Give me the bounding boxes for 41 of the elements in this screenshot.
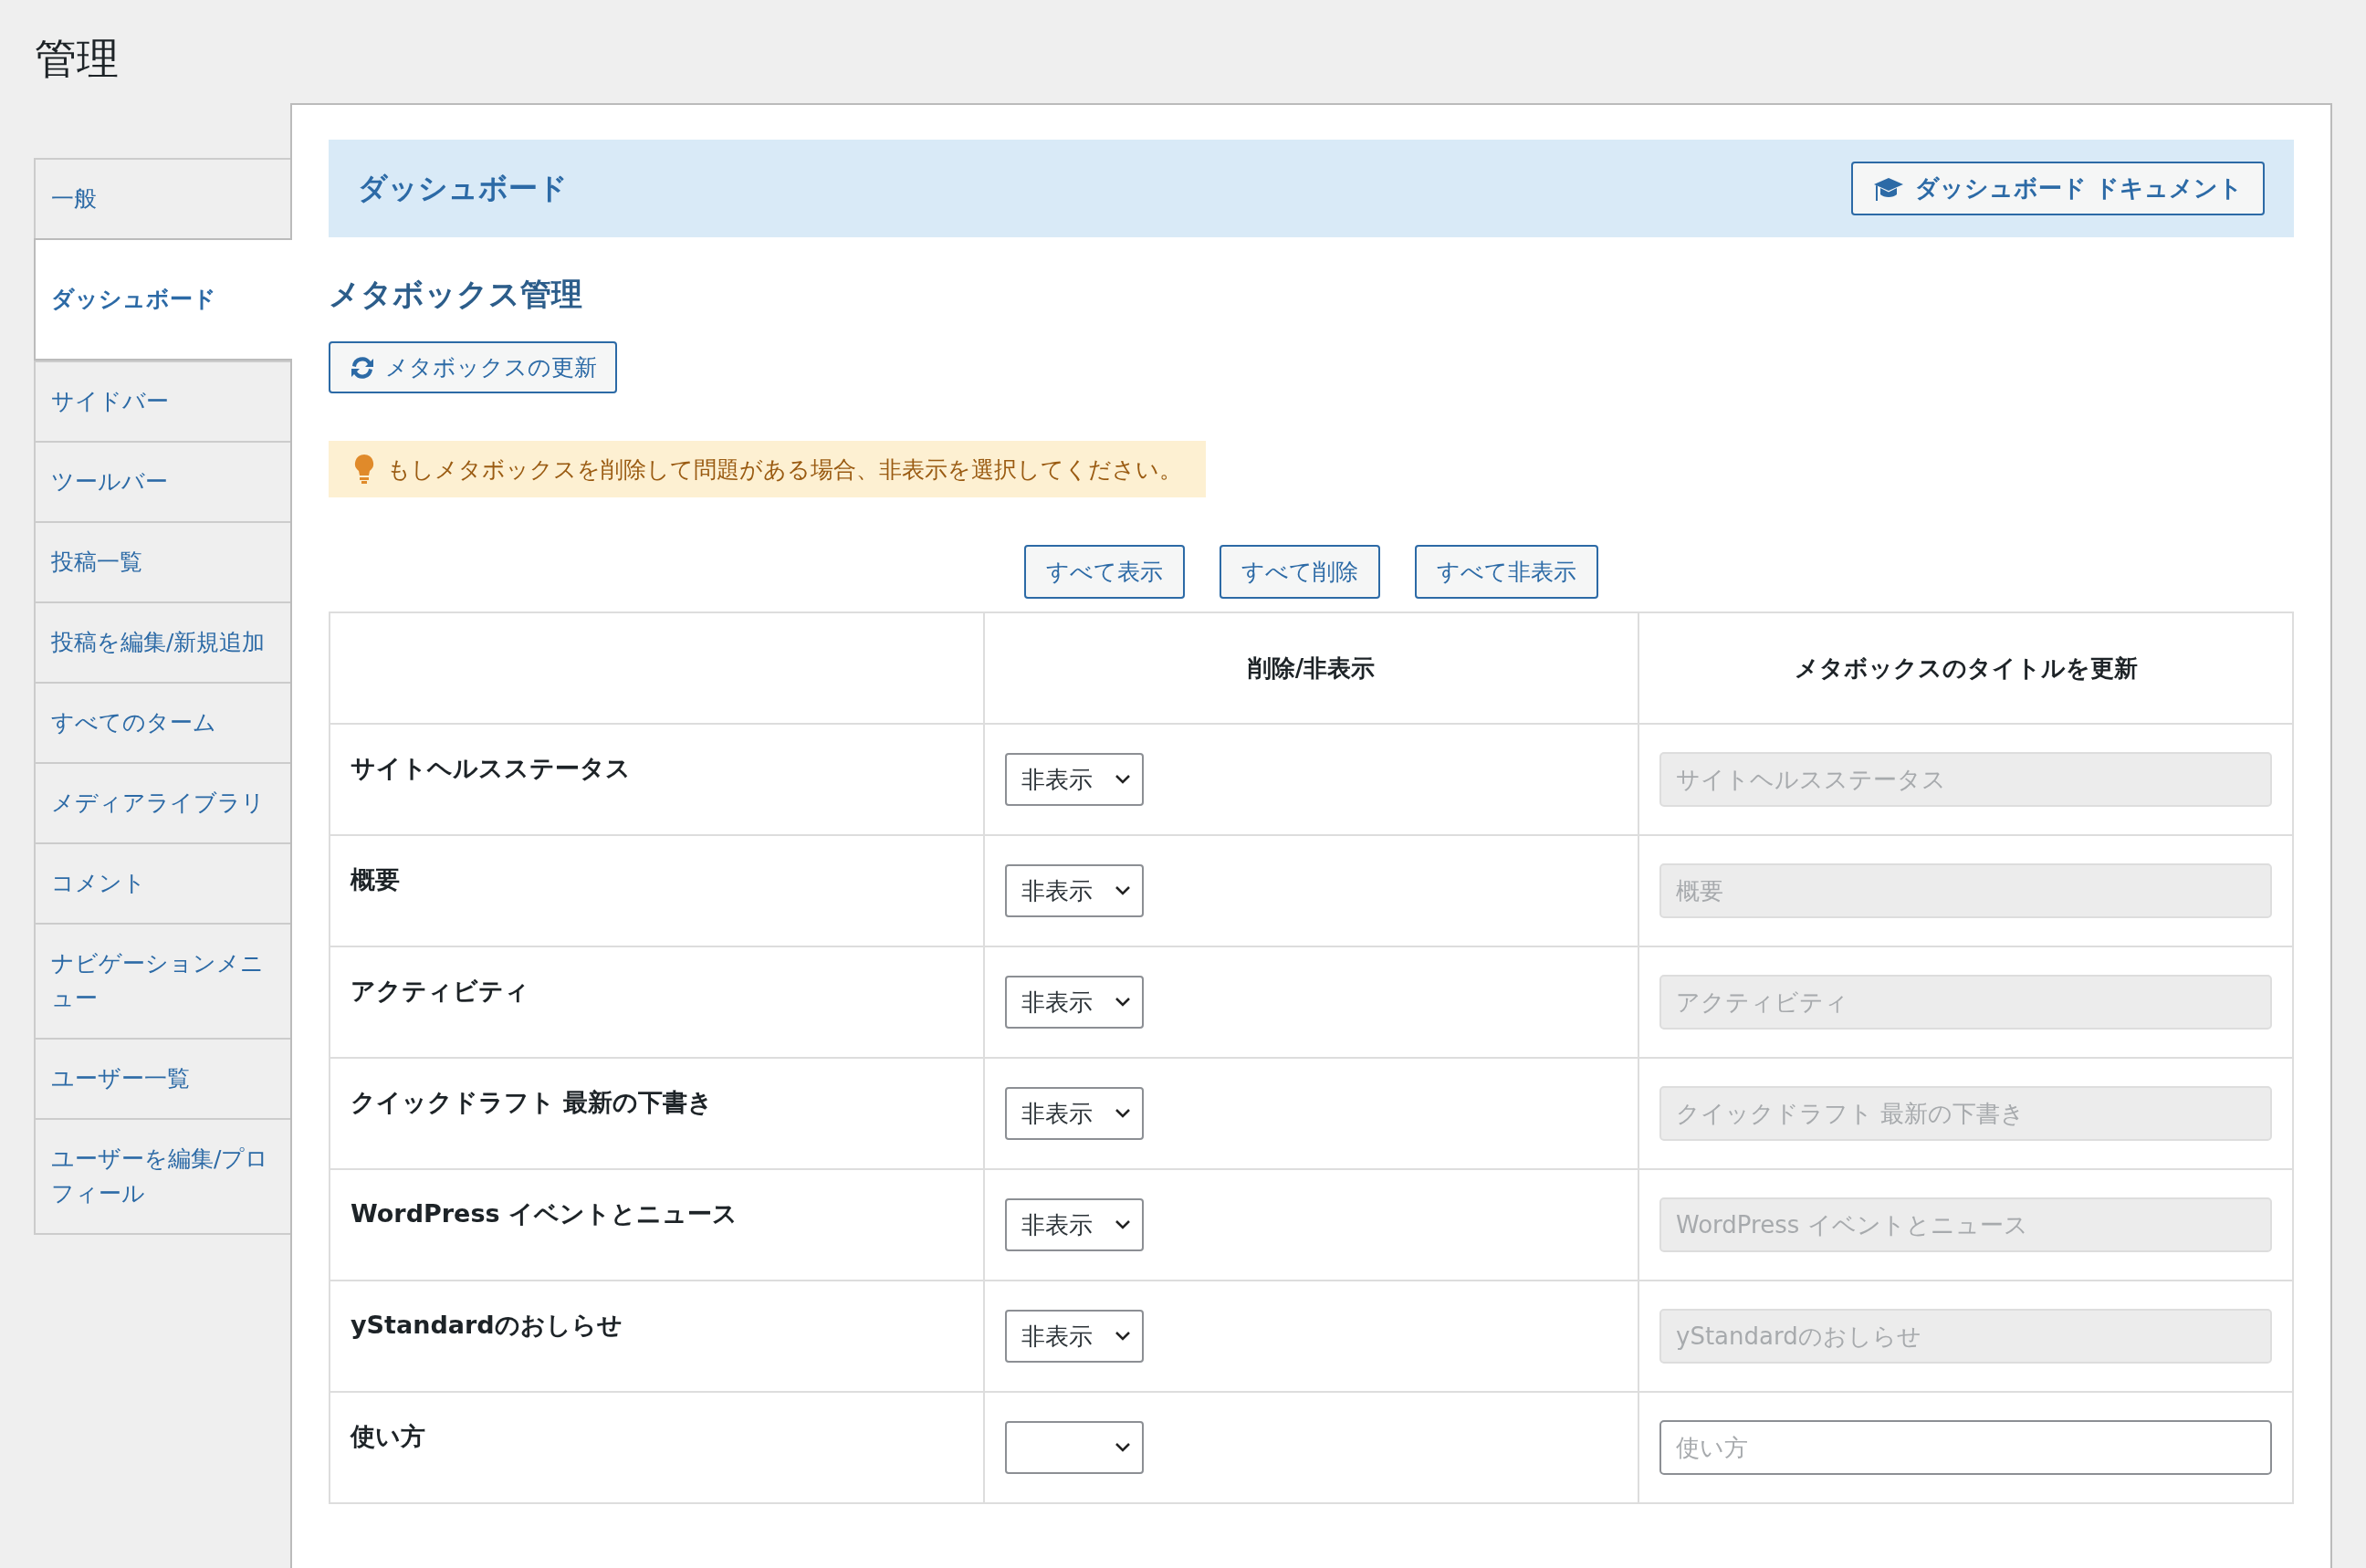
sidebar-item[interactable]: すべてのターム xyxy=(34,682,290,762)
sidebar-item[interactable]: コメント xyxy=(34,842,290,923)
chevron-down-icon xyxy=(1115,997,1131,1008)
bulk-action-button[interactable]: すべて非表示 xyxy=(1415,545,1598,599)
sidebar-item[interactable]: サイドバー xyxy=(34,361,290,441)
metabox-name: yStandardのおしらせ xyxy=(330,1281,984,1392)
sidebar-item[interactable]: 一般 xyxy=(34,158,290,238)
bulk-action-button[interactable]: すべて表示 xyxy=(1024,545,1185,599)
sidebar-item[interactable]: ダッシュボード xyxy=(34,238,292,361)
metabox-name: 概要 xyxy=(330,835,984,946)
sidebar-item[interactable]: ナビゲーションメニュー xyxy=(34,923,290,1038)
chevron-down-icon xyxy=(1115,774,1131,785)
metabox-name: アクティビティ xyxy=(330,946,984,1058)
lightbulb-icon xyxy=(354,454,374,485)
chevron-down-icon xyxy=(1115,885,1131,896)
sidebar-item[interactable]: ユーザーを編集/プロフィール xyxy=(34,1118,290,1235)
sidebar-item[interactable]: ユーザー一覧 xyxy=(34,1038,290,1118)
chevron-down-icon xyxy=(1115,1219,1131,1230)
notice-text: もしメタボックスを削除して問題がある場合、非表示を選択してください。 xyxy=(387,455,1182,485)
documentation-button[interactable]: ダッシュボード ドキュメント xyxy=(1850,162,2265,215)
title-input-field[interactable]: 使い方 xyxy=(1659,1420,2272,1475)
section-heading: メタボックス管理 xyxy=(329,275,583,314)
page-title: 管理 xyxy=(34,33,120,85)
chevron-down-icon xyxy=(1115,1108,1131,1119)
metabox-name: WordPress イベントとニュース xyxy=(330,1169,984,1281)
bulk-action-button[interactable]: すべて削除 xyxy=(1220,545,1380,599)
metabox-name: サイトヘルスステータス xyxy=(330,724,984,835)
chevron-down-icon xyxy=(1115,1331,1131,1342)
sidebar-item[interactable]: 投稿一覧 xyxy=(34,521,290,601)
sidebar-item[interactable]: 投稿を編集/新規追加 xyxy=(34,601,290,682)
refresh-button[interactable]: メタボックスの更新 xyxy=(329,341,617,393)
metabox-name: クイックドラフト 最新の下書き xyxy=(330,1058,984,1169)
column-header: メタボックスのタイトルを更新 xyxy=(1638,612,2293,724)
section-title: ダッシュボード xyxy=(358,169,568,207)
action-select[interactable] xyxy=(1005,1421,1144,1474)
column-header: 削除/非表示 xyxy=(984,612,1638,724)
sidebar-item[interactable]: ツールバー xyxy=(34,441,290,521)
metabox-name: 使い方 xyxy=(330,1392,984,1503)
chevron-down-icon xyxy=(1115,1442,1131,1453)
refresh-icon xyxy=(349,354,376,381)
sidebar-item[interactable]: メディアライブラリ xyxy=(34,762,290,842)
